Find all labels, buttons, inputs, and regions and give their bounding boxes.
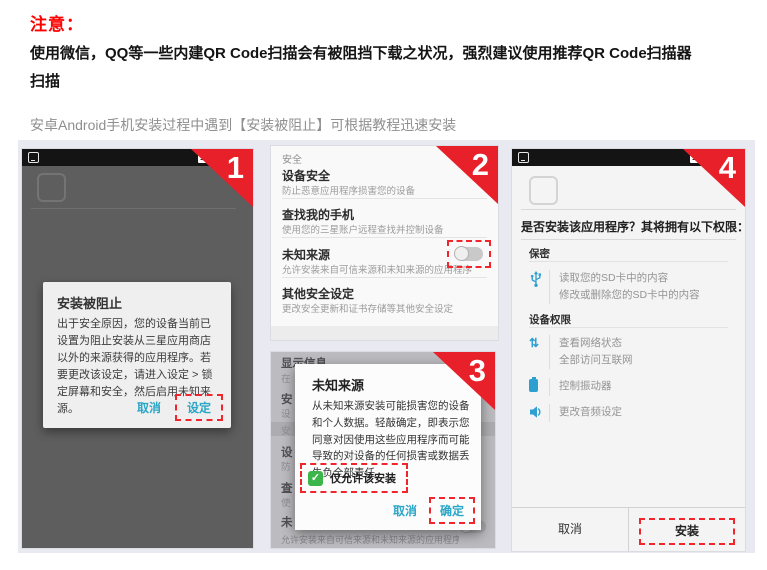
dimmed-item-title: 查 bbox=[281, 480, 293, 496]
ok-button[interactable]: 确定 bbox=[429, 497, 475, 524]
permission-row-sd: 读取您的SD卡中的内容 修改或删除您的SD卡中的内容 bbox=[529, 270, 700, 304]
security-header: 安全 bbox=[282, 151, 302, 166]
permission-row-audio: 更改音频设定 bbox=[529, 404, 622, 424]
audio-icon bbox=[529, 404, 549, 424]
install-question-title: 是否安装该应用程序？其将拥有以下权限： bbox=[521, 218, 749, 235]
cancel-button[interactable]: 取消 bbox=[385, 498, 425, 523]
unknown-sources-toggle-highlight bbox=[447, 240, 491, 268]
dialog-title: 未知来源 bbox=[312, 375, 364, 394]
network-updown-icon: ⇅ bbox=[529, 335, 549, 350]
screenshot-step2: 安全 设备安全 防止恶意应用程序损害您的设备 查找我的手机 使用您的三星账户远程… bbox=[271, 146, 498, 340]
screenshot-icon bbox=[518, 152, 529, 163]
app-icon-placeholder bbox=[37, 173, 66, 202]
divider bbox=[31, 208, 236, 209]
permission-row-network: ⇅ 查看网络状态 全部访问互联网 bbox=[529, 335, 633, 369]
settings-button[interactable]: 设定 bbox=[175, 394, 223, 421]
screenshot-icon bbox=[28, 152, 39, 163]
allow-once-highlight: ✓ 仅允许该安装 bbox=[300, 463, 408, 493]
install-blocked-dialog: 安装被阻止 出于安全原因，您的设备当前已设置为阻止安装从三星应用商店以外的来源获… bbox=[43, 282, 231, 428]
dimmed-item-subtitle: 防 bbox=[281, 459, 291, 473]
dimmed-item-subtitle: 在 bbox=[281, 371, 291, 385]
permission-line: 全部访问互联网 bbox=[559, 352, 633, 369]
permission-line: 控制振动器 bbox=[559, 378, 612, 395]
dimmed-item-subtitle: 允许安装来自可信来源和未知来源的应用程序 bbox=[281, 533, 459, 546]
section-privacy: 保密 bbox=[529, 246, 550, 261]
app-icon-placeholder bbox=[529, 176, 558, 205]
setting-item-find-my-phone[interactable]: 查找我的手机 bbox=[282, 206, 354, 223]
permission-line: 读取您的SD卡中的内容 bbox=[559, 270, 700, 287]
section-device-permissions: 设备权限 bbox=[529, 312, 571, 327]
setting-item-other-security[interactable]: 其他安全设定 bbox=[282, 285, 354, 302]
setting-item-unknown-sources[interactable]: 未知来源 bbox=[282, 246, 330, 263]
install-button[interactable]: 安装 bbox=[639, 518, 735, 545]
cancel-button[interactable]: 取消 bbox=[512, 508, 628, 551]
setting-item-device-security[interactable]: 设备安全 bbox=[282, 167, 330, 184]
step-number: 4 bbox=[719, 150, 736, 186]
footer-band bbox=[271, 326, 498, 340]
cancel-button[interactable]: 取消 bbox=[127, 395, 171, 420]
divider bbox=[521, 209, 736, 210]
screenshot-step3: 显示信息 在 安 设 安 设 防 查 使 未 允许安装来自可信来源和未知来源的应… bbox=[271, 352, 495, 548]
divider bbox=[529, 261, 728, 262]
usb-icon bbox=[529, 270, 549, 293]
dialog-title: 安装被阻止 bbox=[57, 293, 122, 312]
screenshot-step4: 1 4G ⇵ 7 是否安装该应用程序？其将拥有以下权限： 保密 读取您的S bbox=[512, 149, 745, 551]
dimmed-item-title: 设 bbox=[281, 444, 293, 460]
setting-item-subtitle: 防止恶意应用程序损害您的设备 bbox=[282, 183, 415, 197]
checkbox-label: 仅允许该安装 bbox=[330, 470, 396, 486]
setting-item-subtitle: 使用您的三星账户远程查找并控制设备 bbox=[282, 222, 444, 236]
step-badge-3: 3 bbox=[433, 352, 495, 410]
vibration-icon bbox=[529, 378, 549, 397]
dimmed-item-title: 安 bbox=[281, 391, 293, 407]
setting-item-subtitle: 更改安全更新和证书存储等其他安全设定 bbox=[282, 301, 453, 315]
toggle-off[interactable] bbox=[455, 247, 483, 261]
notice-body: 使用微信，QQ等一些内建QR Code扫描会有被阻挡下载之状况，强烈建议使用推荐… bbox=[30, 40, 752, 96]
permission-line: 更改音频设定 bbox=[559, 404, 622, 421]
tutorial-subtitle: 安卓Android手机安装过程中遇到【安装被阻止】可根据教程迅速安装 bbox=[30, 115, 456, 135]
permission-row-vibration: 控制振动器 bbox=[529, 378, 612, 397]
dimmed-item-subtitle: 设 bbox=[281, 406, 291, 420]
permission-line: 查看网络状态 bbox=[559, 335, 633, 352]
step-number: 1 bbox=[227, 150, 244, 186]
step-badge-1: 1 bbox=[191, 149, 253, 207]
toggle-knob bbox=[454, 246, 469, 261]
dimmed-section-label: 安 bbox=[281, 423, 291, 437]
step-badge-4: 4 bbox=[683, 149, 745, 207]
divider bbox=[282, 277, 487, 278]
divider bbox=[529, 327, 728, 328]
divider bbox=[282, 237, 487, 238]
screenshot-step1: 1 4G ⇵ 7 安装被阻止 出于安全原因，您的设备当前已设置为阻止安装从三星应… bbox=[22, 149, 253, 548]
checked-checkbox-icon[interactable]: ✓ bbox=[308, 471, 323, 486]
button-divider bbox=[628, 508, 629, 551]
permission-line: 修改或删除您的SD卡中的内容 bbox=[559, 287, 700, 304]
dimmed-item-title: 未 bbox=[281, 514, 293, 530]
setting-item-subtitle: 允许安装来自可信来源和未知来源的应用程序 bbox=[282, 262, 472, 276]
notice-title: 注意： bbox=[30, 10, 84, 35]
step-badge-2: 2 bbox=[436, 146, 498, 204]
divider bbox=[521, 239, 736, 240]
dimmed-item-subtitle: 使 bbox=[281, 495, 291, 509]
step-number: 2 bbox=[472, 147, 489, 183]
step-number: 3 bbox=[469, 353, 486, 389]
